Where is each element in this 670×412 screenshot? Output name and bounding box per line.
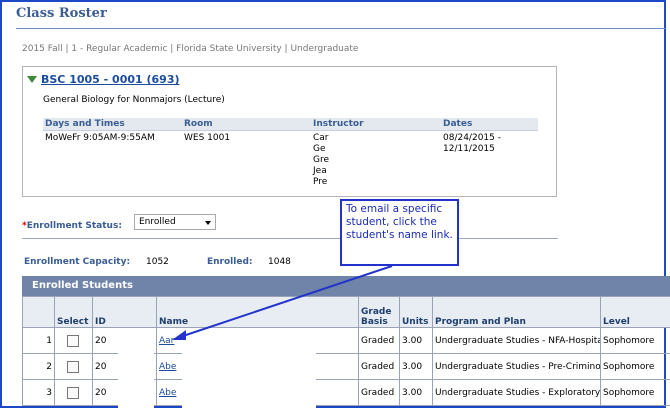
callout-arrow-line	[179, 265, 393, 338]
callout-arrow	[172, 265, 393, 340]
callout-arrow-head	[172, 330, 186, 340]
